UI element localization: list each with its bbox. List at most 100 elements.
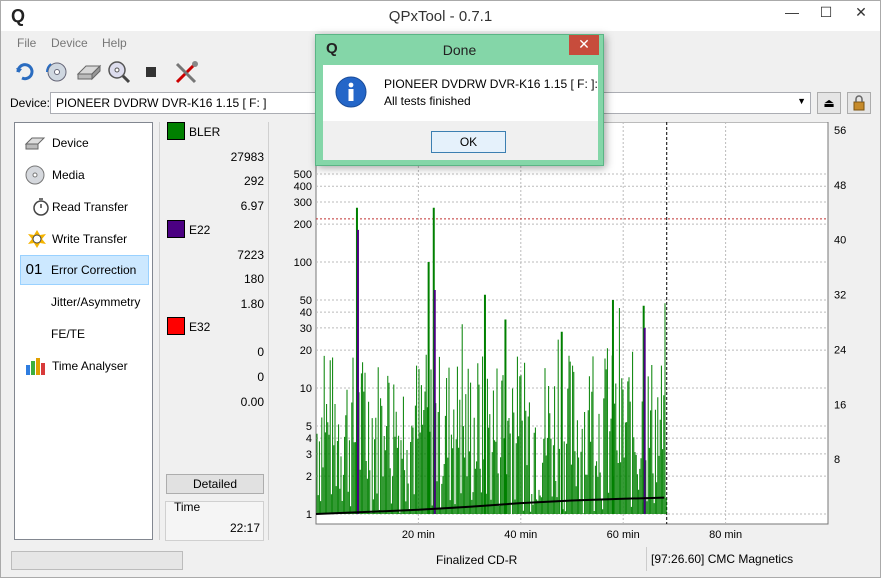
ok-button[interactable]: OK: [431, 131, 506, 153]
minimize-button[interactable]: —: [777, 1, 807, 25]
eject-icon: ⏏: [823, 96, 835, 110]
error-chart-svg: 12345102030405010020030040050020 min 40 m…: [294, 121, 846, 541]
nav-read-transfer-label: Read Transfer: [52, 200, 129, 214]
time-label: Time: [174, 500, 201, 514]
device-info-button[interactable]: [75, 59, 103, 85]
nav-write-transfer-label: Write Transfer: [52, 232, 128, 246]
burst-stopwatch-icon: [26, 229, 48, 249]
y-tick-label-13: 400: [294, 181, 312, 193]
stop-button[interactable]: [139, 59, 167, 85]
device-select-value: PIONEER DVDRW DVR-K16 1.15 [ F: ]: [56, 96, 267, 110]
disc-refresh-icon: [46, 62, 67, 82]
time-box: Time 22:17: [165, 500, 264, 541]
x-tick-label-0: 20 min: [402, 529, 435, 540]
status-bar: Finalized CD-R [97:26.60] CMC Magnetics: [1, 547, 880, 577]
e32-total: 0: [257, 345, 264, 359]
x-tick-label-2: 60 min: [607, 529, 640, 540]
rescan-button[interactable]: [43, 59, 71, 85]
refresh-icon: [16, 63, 34, 81]
e22-total: 7223: [237, 248, 264, 262]
title-bar: Q QPxTool - 0.7.1 — ☐ ✕: [1, 1, 880, 31]
y-tick-label-7: 30: [300, 323, 312, 335]
e22-max: 180: [243, 272, 264, 286]
drive-icon: [24, 133, 46, 153]
bler-color-swatch[interactable]: [167, 122, 185, 140]
menu-device[interactable]: Device: [51, 36, 88, 50]
binary-icon: 01: [25, 261, 43, 278]
bler-max: 292: [243, 174, 264, 188]
error-chart: 1 2 3 4 5 10 20 30 40 50 100 200 300 400 500 20 min 40 m…: [270, 121, 870, 541]
y-tick-label-4: 5: [306, 421, 312, 433]
nav-fe-te-label: FE/TE: [51, 327, 86, 341]
lock-button[interactable]: [847, 92, 871, 114]
x-tick-label-1: 40 min: [504, 529, 537, 540]
nav-media-label: Media: [52, 168, 85, 182]
bler-avg: 6.97: [240, 199, 264, 213]
e32-avg: 0.00: [240, 395, 264, 409]
nav-time-analyser[interactable]: Time Analyser: [20, 351, 149, 381]
nav-read-transfer[interactable]: Read Transfer: [20, 192, 149, 222]
tools-icon: [175, 61, 198, 84]
close-button[interactable]: ✕: [846, 1, 876, 25]
y2-tick-label-5: 48: [834, 180, 846, 192]
y2-tick-label-0: 8: [834, 454, 840, 466]
y-tick-label-9: 50: [300, 295, 312, 307]
bar-chart-icon: [24, 356, 46, 376]
plot-area: [315, 121, 829, 525]
bler-label: BLER: [189, 125, 221, 139]
settings-button[interactable]: [173, 59, 201, 85]
dialog-message-status: All tests finished: [384, 94, 471, 108]
lock-icon: [853, 95, 865, 111]
nav-media[interactable]: Media: [20, 160, 149, 190]
drive-icon: [76, 64, 102, 81]
y-tick-label-11: 200: [294, 219, 312, 231]
x-tick-label-3: 80 min: [709, 529, 742, 540]
eject-button[interactable]: ⏏: [817, 92, 841, 114]
e22-avg: 1.80: [240, 297, 264, 311]
nav-fe-te[interactable]: FE/TE: [20, 319, 149, 349]
progress-bar: [11, 551, 183, 570]
e22-color-swatch[interactable]: [167, 220, 185, 238]
e32-max: 0: [257, 370, 264, 384]
device-label: Device:: [10, 96, 51, 110]
media-info-button[interactable]: [105, 59, 133, 85]
y2-tick-label-1: 16: [834, 399, 846, 411]
menu-file[interactable]: File: [17, 36, 36, 50]
y-tick-label-12: 300: [294, 197, 312, 209]
dialog-footer: OK: [323, 121, 598, 160]
nav-device[interactable]: Device: [20, 128, 149, 158]
dialog-close-button[interactable]: ✕: [569, 35, 599, 55]
y2-tick-label-3: 32: [834, 290, 846, 302]
window-title: QPxTool - 0.7.1: [388, 8, 493, 25]
e32-label: E32: [189, 320, 211, 334]
done-dialog: Q Done ✕ PIONEER DVDRW DVR-K16 1.15 [ F:…: [315, 34, 604, 166]
detailed-button[interactable]: Detailed: [166, 474, 264, 494]
time-value: 22:17: [229, 521, 260, 535]
nav-error-correction[interactable]: 01 Error Correction: [20, 255, 149, 285]
maximize-button[interactable]: ☐: [811, 1, 841, 25]
y-tick-label-1: 2: [306, 471, 312, 483]
status-divider: [646, 547, 647, 571]
dialog-message-device: PIONEER DVDRW DVR-K16 1.15 [ F: ]:: [384, 77, 598, 91]
info-icon: [335, 76, 367, 108]
nav-jitter-asymmetry[interactable]: Jitter/Asymmetry: [20, 287, 149, 317]
y2-tick-label-6: 56: [834, 125, 846, 137]
magnifier-disc-icon: [108, 61, 131, 84]
menu-help[interactable]: Help: [102, 36, 127, 50]
y-tick-label-0: 1: [306, 509, 312, 521]
y2-tick-label-4: 40: [834, 235, 846, 247]
dialog-title: Done: [442, 42, 477, 58]
y-tick-label-8: 40: [300, 307, 312, 319]
nav-jitter-label: Jitter/Asymmetry: [51, 295, 141, 309]
y-tick-label-5: 10: [300, 383, 312, 395]
test-navigation: Device Media Read Transfer Write Transfe…: [14, 122, 153, 540]
y-tick-label-6: 20: [300, 345, 312, 357]
dialog-body: PIONEER DVDRW DVR-K16 1.15 [ F: ]: All t…: [323, 65, 598, 121]
nav-device-label: Device: [52, 136, 89, 150]
e32-color-swatch[interactable]: [167, 317, 185, 335]
nav-time-analyser-label: Time Analyser: [52, 359, 128, 373]
nav-write-transfer[interactable]: Write Transfer: [20, 224, 149, 254]
stop-icon: [146, 67, 156, 77]
chevron-down-icon: ▼: [797, 96, 806, 106]
refresh-button[interactable]: [11, 59, 39, 85]
